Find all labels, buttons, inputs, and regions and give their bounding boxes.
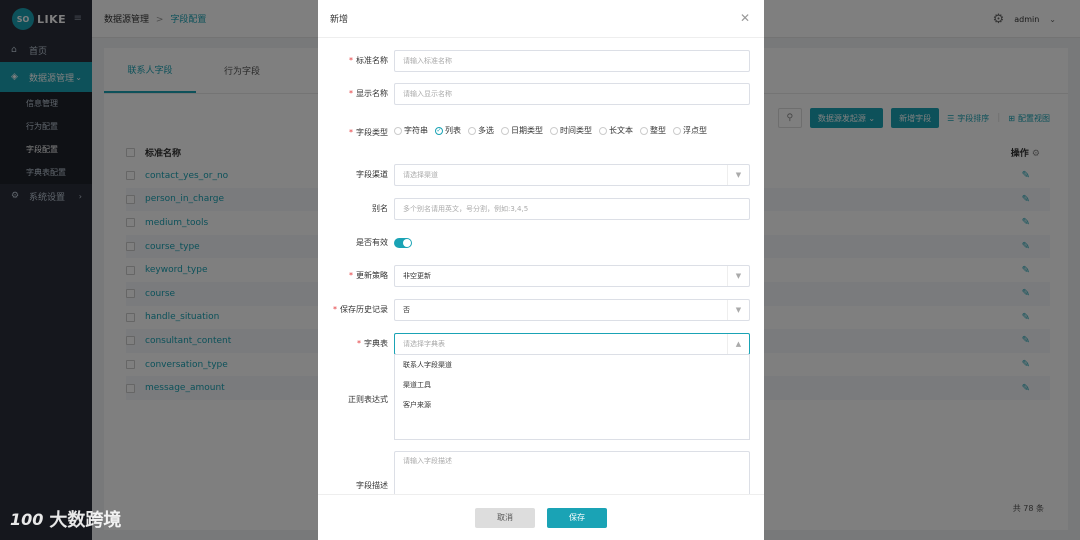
- radio-label: 字符串: [404, 126, 428, 135]
- channel-placeholder: 请选择渠道: [403, 171, 438, 179]
- radio-label: 列表: [445, 126, 461, 135]
- radio-label: 时间类型: [560, 126, 592, 135]
- field-label: * 保存历史记录: [318, 299, 394, 321]
- keep-history-select[interactable]: 否 ▼: [394, 299, 750, 321]
- save-button[interactable]: 保存: [547, 507, 607, 528]
- history-value: 否: [403, 306, 410, 314]
- radio-circle: [550, 126, 558, 135]
- field-row-history: * 保存历史记录 否 ▼: [318, 299, 750, 321]
- check-icon: ✓: [435, 126, 443, 135]
- cancel-button[interactable]: 取消: [475, 507, 535, 528]
- label-text: 字典表: [364, 339, 388, 348]
- radio-label: 长文本: [609, 126, 633, 135]
- radio-option[interactable]: 整型: [640, 125, 666, 136]
- watermark-logo: 100: [10, 509, 44, 529]
- alias-input[interactable]: 多个别名请用英文，号分割，例如:3,4,5: [394, 198, 750, 220]
- display-name-input[interactable]: 请输入显示名称: [394, 83, 750, 105]
- required-mark: *: [349, 128, 353, 137]
- modal-title: 新增: [330, 15, 349, 25]
- update-strategy-select[interactable]: 非空更新 ▼: [394, 265, 750, 287]
- field-row-alias: 别名 多个别名请用英文，号分割，例如:3,4,5: [318, 198, 750, 220]
- radio-circle: [394, 126, 402, 135]
- dropdown-icon: ▼: [727, 165, 749, 185]
- radio-circle: [599, 126, 607, 135]
- field-label: * 字段类型: [318, 122, 394, 144]
- required-mark: *: [357, 339, 361, 348]
- radio-circle: [468, 126, 476, 135]
- update-value: 非空更新: [403, 272, 431, 280]
- field-row-display-name: * 显示名称 请输入显示名称: [318, 83, 750, 105]
- dict-select[interactable]: 请选择字典表 ▲: [394, 333, 750, 355]
- radio-circle: [673, 126, 681, 135]
- radio-label: 浮点型: [683, 126, 707, 135]
- watermark: 100 大数跨境: [10, 506, 121, 532]
- label-text: 更新策略: [356, 271, 388, 280]
- label-text: 显示名称: [356, 89, 388, 98]
- radio-option[interactable]: 长文本: [599, 125, 633, 136]
- dropdown-option[interactable]: 客户来源: [395, 395, 749, 415]
- add-field-modal: 新增 ✕ * 标准名称 请输入标准名称 * 显示名称 请输入显示名称 * 字段类型 字…: [318, 0, 764, 540]
- radio-label: 多选: [478, 126, 494, 135]
- field-label: * 更新策略: [318, 265, 394, 287]
- field-row-update: * 更新策略 非空更新 ▼: [318, 265, 750, 287]
- required-mark: *: [349, 89, 353, 98]
- radio-option[interactable]: 时间类型: [550, 125, 592, 136]
- dropdown-icon: ▼: [727, 266, 749, 286]
- label-text: 字段类型: [356, 128, 388, 137]
- radio-option-selected[interactable]: ✓ 列表: [435, 125, 461, 136]
- radio-label: 日期类型: [511, 126, 543, 135]
- watermark-text: 大数跨境: [49, 510, 122, 531]
- field-label: 字段描述: [356, 481, 388, 490]
- field-row-channel: 字段渠道 请选择渠道 ▼: [318, 164, 750, 186]
- radio-option[interactable]: 日期类型: [501, 125, 543, 136]
- desc-textarea[interactable]: 请输入字段描述: [394, 451, 750, 494]
- required-mark: *: [349, 271, 353, 280]
- field-label: * 标准名称: [318, 50, 394, 72]
- dict-placeholder: 请选择字典表: [403, 340, 445, 348]
- radio-circle: [640, 126, 648, 135]
- std-name-input[interactable]: 请输入标准名称: [394, 50, 750, 72]
- field-label: * 字典表: [318, 333, 394, 355]
- field-row-valid: 是否有效: [318, 232, 750, 254]
- field-label: 正则表达式: [348, 395, 388, 404]
- close-icon[interactable]: ✕: [740, 11, 750, 25]
- dropdown-icon: ▼: [727, 300, 749, 320]
- dropdown-option[interactable]: 联系人字段渠道: [395, 355, 749, 375]
- field-row-dict: * 字典表 请选择字典表 ▲: [318, 333, 750, 355]
- field-label: 字段渠道: [356, 170, 388, 179]
- dropdown-option[interactable]: 渠道工具: [395, 375, 749, 395]
- radio-option[interactable]: 浮点型: [673, 125, 707, 136]
- dict-dropdown-list: 联系人字段渠道 渠道工具 客户来源: [394, 354, 750, 440]
- radio-option[interactable]: 多选: [468, 125, 494, 136]
- valid-toggle[interactable]: [394, 238, 412, 248]
- required-mark: *: [349, 56, 353, 65]
- field-label: * 显示名称: [318, 83, 394, 105]
- radio-circle: [501, 126, 509, 135]
- modal-body: * 标准名称 请输入标准名称 * 显示名称 请输入显示名称 * 字段类型 字符串 ✓ 列…: [318, 38, 764, 494]
- field-type-radio-group: 字符串 ✓ 列表 多选 日期类型 时间类型 长文本 整型 浮点型: [394, 122, 750, 136]
- channel-select[interactable]: 请选择渠道 ▼: [394, 164, 750, 186]
- field-row-desc: 字段描述 请输入字段描述: [318, 451, 750, 494]
- required-mark: *: [333, 305, 337, 314]
- modal-header: 新增 ✕: [318, 0, 764, 38]
- field-label: 是否有效: [356, 238, 388, 247]
- field-label: 别名: [372, 204, 388, 213]
- modal-footer: 取消 保存: [318, 494, 764, 540]
- dropdown-up-icon: ▲: [727, 334, 749, 354]
- field-row-std-name: * 标准名称 请输入标准名称: [318, 50, 750, 72]
- label-text: 标准名称: [356, 56, 388, 65]
- label-text: 保存历史记录: [340, 305, 388, 314]
- field-row-type: * 字段类型 字符串 ✓ 列表 多选 日期类型 时间类型 长文本 整型 浮点型: [318, 122, 750, 144]
- radio-label: 整型: [650, 126, 666, 135]
- radio-option[interactable]: 字符串: [394, 125, 428, 136]
